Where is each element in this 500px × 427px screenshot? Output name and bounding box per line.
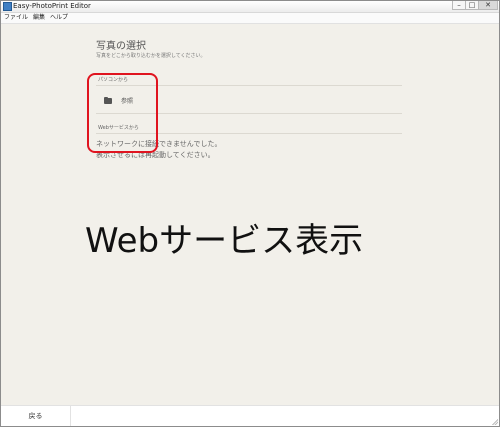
- resize-grip[interactable]: [491, 418, 498, 425]
- menu-edit[interactable]: 編集: [33, 13, 45, 23]
- app-icon: [3, 2, 12, 11]
- highlight-annotation: [87, 73, 158, 153]
- title-bar: Easy-PhotoPrint Editor – □ ✕: [1, 1, 499, 13]
- overlay-caption: Webサービス表示: [85, 221, 364, 261]
- menu-file[interactable]: ファイル: [4, 13, 28, 23]
- app-window: Easy-PhotoPrint Editor – □ ✕ ファイル 編集 ヘルプ…: [0, 0, 500, 427]
- page-subtitle: 写真をどこから取り込むかを選択してください。: [96, 53, 206, 59]
- close-button[interactable]: ✕: [478, 1, 498, 10]
- bottom-bar: 戻る: [1, 405, 499, 426]
- back-button[interactable]: 戻る: [1, 406, 71, 426]
- menu-bar: ファイル 編集 ヘルプ: [1, 13, 499, 24]
- window-controls: – □ ✕: [452, 1, 498, 11]
- window-title: Easy-PhotoPrint Editor: [13, 2, 91, 10]
- maximize-button[interactable]: □: [465, 1, 479, 10]
- page-title: 写真の選択: [96, 41, 146, 52]
- menu-help[interactable]: ヘルプ: [50, 13, 68, 23]
- main-content: 写真の選択 写真をどこから取り込むかを選択してください。 パソコンから 参照 W…: [1, 24, 499, 406]
- minimize-button[interactable]: –: [452, 1, 466, 10]
